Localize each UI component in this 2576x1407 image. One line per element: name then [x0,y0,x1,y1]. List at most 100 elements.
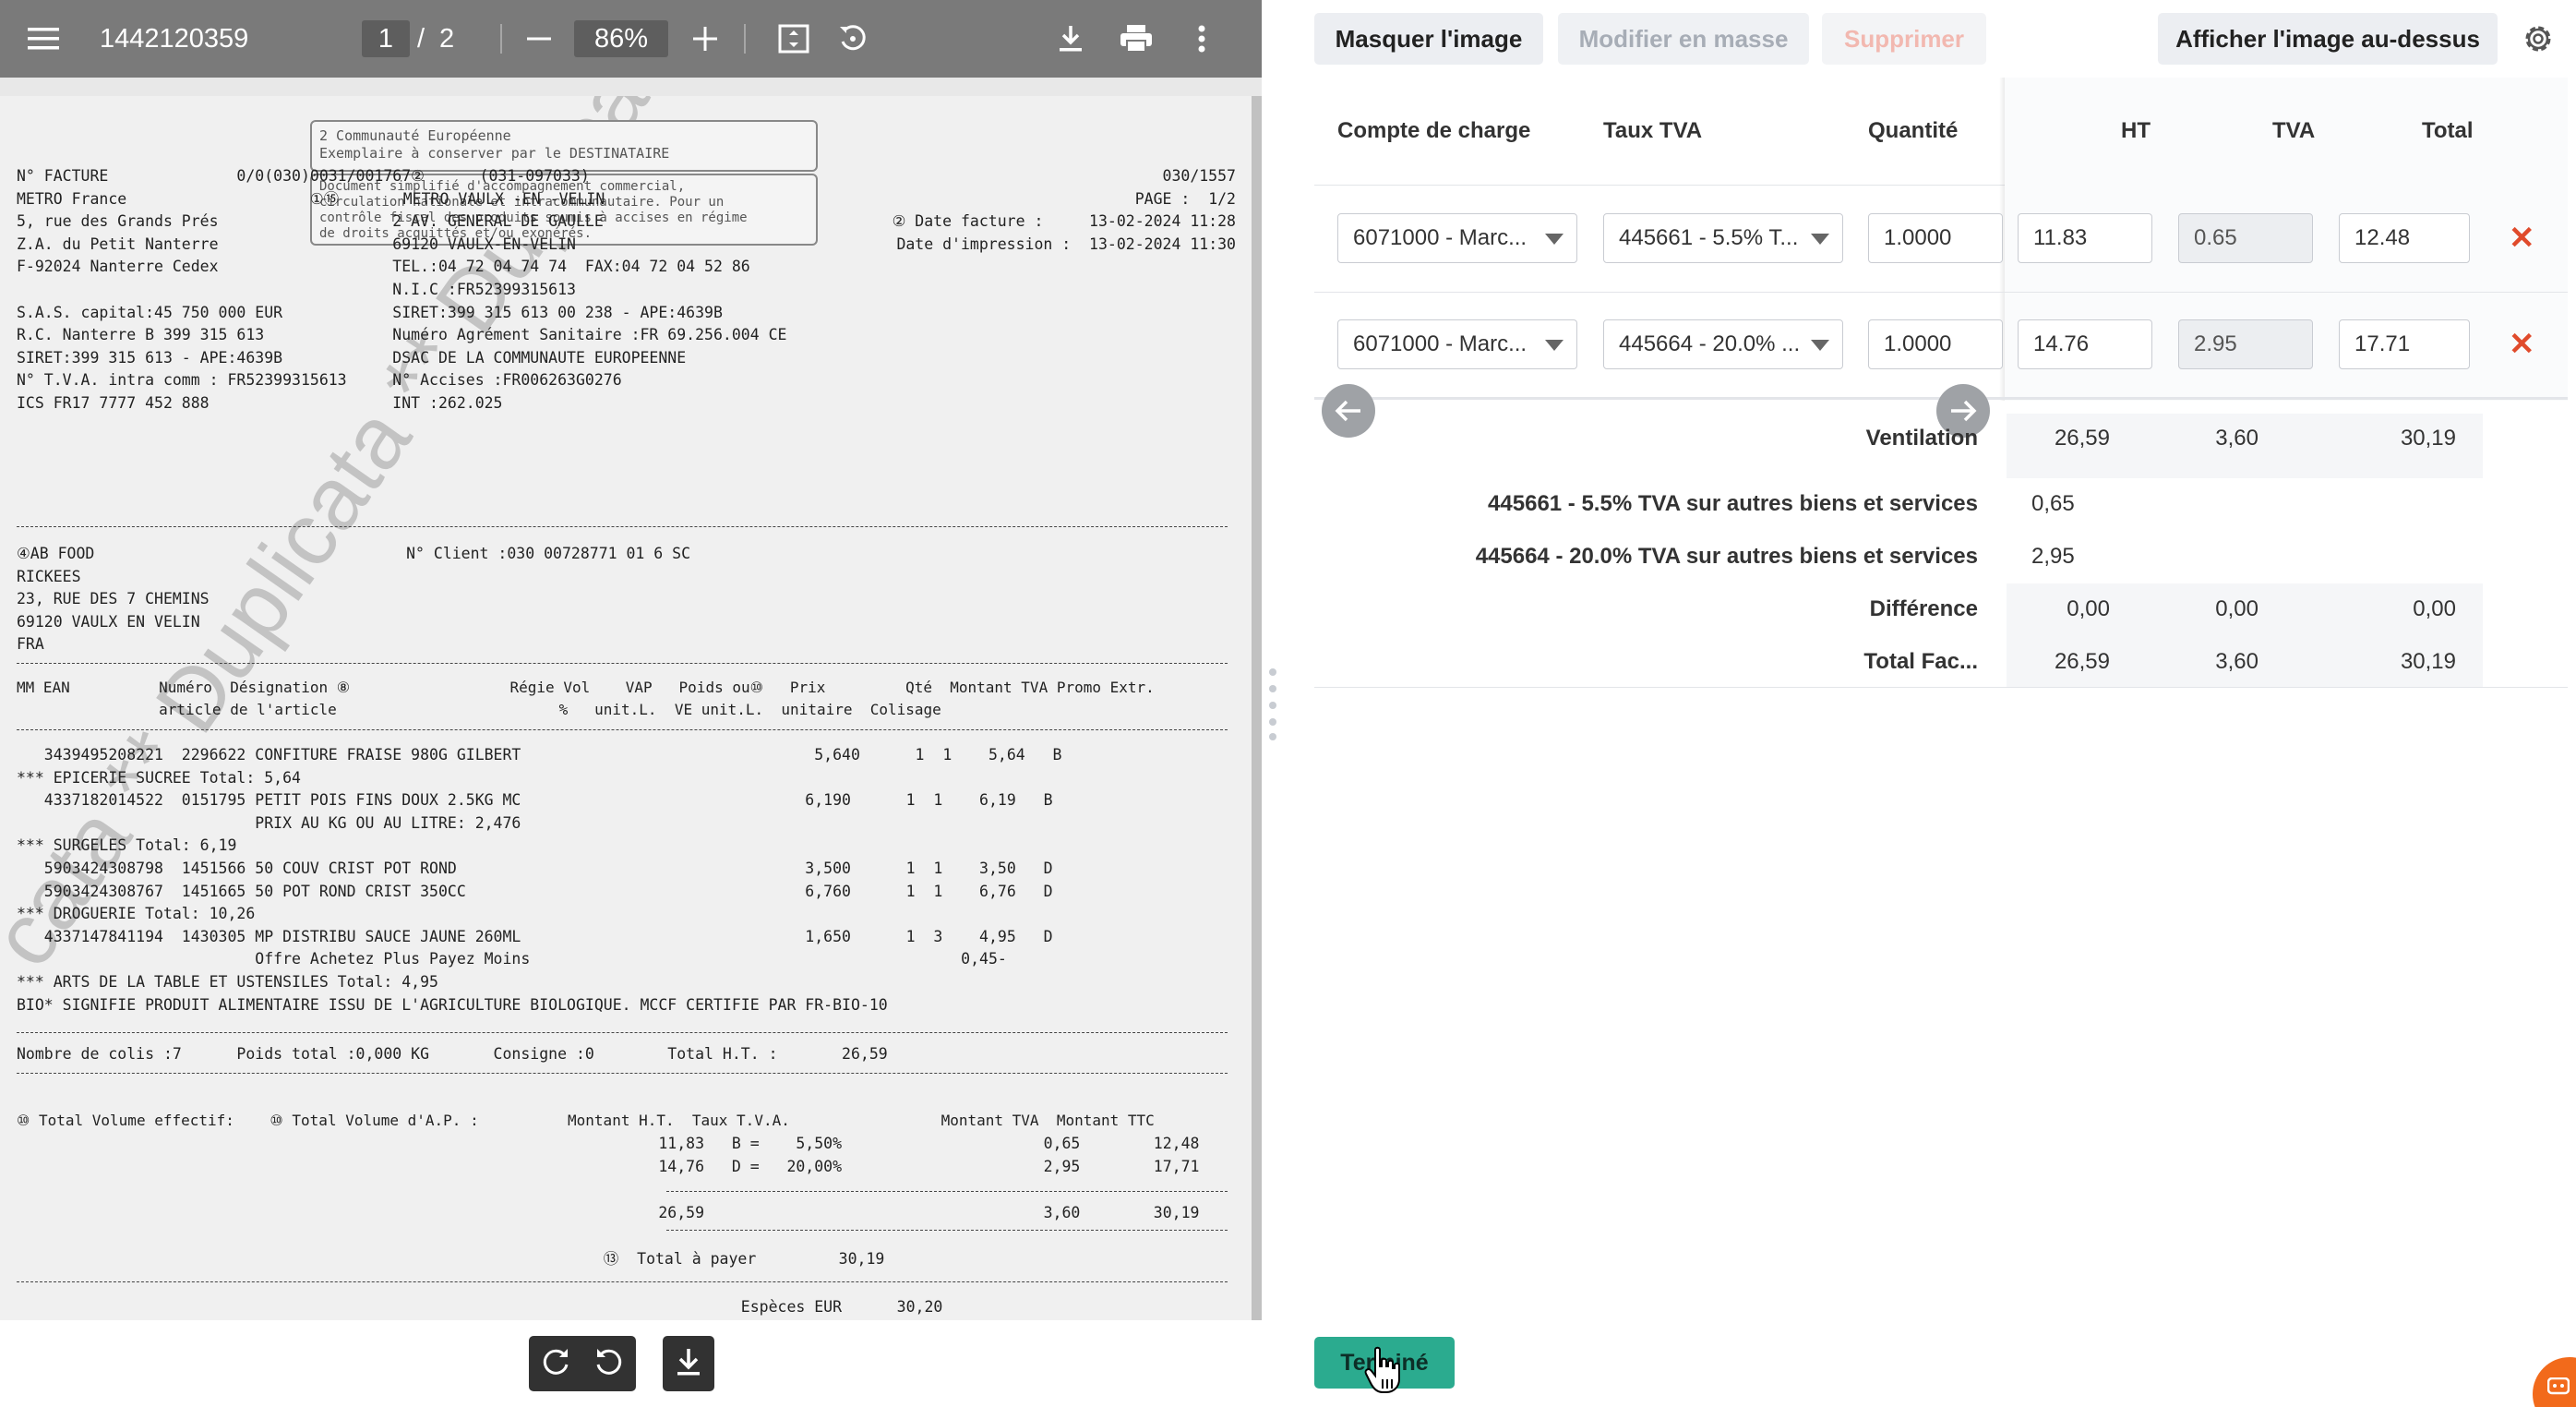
col-header-quantity[interactable]: Quantité [1868,118,1958,144]
toolbar-divider [500,24,502,54]
download-image-icon[interactable] [675,1346,702,1382]
client-line: 23, RUE DES 7 CHEMINS [17,590,210,608]
fit-page-icon[interactable] [775,0,812,78]
rotate-right-icon[interactable] [540,1346,571,1382]
invoice-total-label: Total Fac... [1863,649,1978,674]
column-header: MM EAN Numéro Désignation ⑧ Régie Vol VA… [17,679,1155,696]
menu-icon[interactable] [20,0,66,78]
col-header-account[interactable]: Compte de charge [1337,118,1530,144]
invoice-total-tva: 3,60 [2215,649,2258,674]
header-line: N.I.C :FR52399315613 [17,281,576,298]
client-line: 69120 VAULX EN VELIN [17,612,200,631]
difference-tva: 0,00 [2215,596,2258,621]
pdf-scrollbar[interactable] [1252,96,1262,1320]
difference-ht: 0,00 [2067,596,2110,621]
vat-rate-select[interactable]: 445661 - 5.5% T... [1603,213,1843,263]
client-line: ④AB FOOD N° Client :030 00728771 01 6 SC [17,545,691,562]
header-line: METRO France ①⑮ METRO VAULX -EN -VELIN [17,189,605,208]
ventilation-total: 30,19 [2400,426,2456,451]
divider [666,1230,1228,1231]
item-line: Offre Achetez Plus Payez Moins 0,45- [17,950,1007,968]
hand-cursor-icon [1364,1346,1401,1394]
pdf-toolbar: 1442120359 1 / 2 86% [0,0,1262,78]
divider [17,1032,1228,1033]
delete-row-icon[interactable]: ✕ [2509,220,2535,257]
zoom-in-icon[interactable] [689,0,722,78]
more-vert-icon[interactable] [1191,0,1213,78]
rotate-left-icon[interactable] [593,1346,625,1382]
header-line-right: PAGE : 1/2 [1134,189,1236,208]
col-header-vat-rate[interactable]: Taux TVA [1603,118,1702,144]
vat-line: 14,76 D = 20,00% 2,95 17,71 [17,1158,1200,1175]
item-line: *** EPICERIE SUCREE Total: 5,64 [17,768,301,787]
ventilation-ht: 26,59 [2054,426,2110,451]
hide-image-button[interactable]: Masquer l'image [1314,13,1543,65]
zoom-out-icon[interactable] [522,0,556,78]
delete-row-icon[interactable]: ✕ [2509,326,2535,363]
rotate-icon[interactable] [834,0,871,78]
scroll-left-arrow-icon[interactable] [1322,384,1375,438]
total-input[interactable]: 17.71 [2339,319,2470,369]
client-line: RICKEES [17,567,81,585]
summary-bottom-border [1314,687,2568,688]
notice-line: Exemplaire à conserver par le DESTINATAI… [319,145,670,162]
tva-value: 2.95 [2178,319,2313,369]
vat-rate-value: 445661 - 5.5% T... [1619,225,1799,250]
quantity-input[interactable]: 1.0000 [1868,213,2003,263]
print-icon[interactable] [1117,0,1156,78]
item-line: 5903424308767 1451665 50 POT ROND CRIST … [17,882,1053,900]
col-header-ht[interactable]: HT [2121,118,2151,144]
vat-summary-label: 445664 - 20.0% TVA sur autres biens et s… [1475,544,1978,569]
col-header-tva[interactable]: TVA [2272,118,2315,144]
totals-line: Nombre de colis :7 Poids total :0,000 KG… [17,1045,888,1063]
divider [17,1073,1228,1074]
eu-notice-box: 2 Communauté Européenne Exemplaire à con… [310,120,818,172]
header-line: R.C. Nanterre B 399 315 613 Numéro Agrém… [17,326,787,344]
total-input[interactable]: 12.48 [2339,213,2470,263]
vat-summary-label: 445661 - 5.5% TVA sur autres biens et se… [1488,491,1978,516]
pdf-page: cata ** Duplicata ** Duplicata ** 2 Comm… [0,96,1256,1320]
toolbar-divider [744,24,746,54]
header-line: SIRET:399 315 613 - APE:4639B DSAC DE LA… [17,348,687,367]
header-line: ICS FR17 7777 452 888 INT :262.025 [17,394,503,412]
vat-total: 26,59 3,60 30,19 [17,1204,1200,1221]
chat-bubble-icon[interactable] [2529,1355,2576,1407]
splitter-handle[interactable] [1267,667,1278,740]
divider [17,1281,1228,1282]
settings-gear-icon[interactable] [2522,22,2555,55]
header-line: N° T.V.A. intra comm : FR52399315613 N° … [17,371,622,390]
ht-input[interactable]: 14.76 [2018,319,2152,369]
quantity-input[interactable]: 1.0000 [1868,319,2003,369]
page-total: 2 [439,23,455,54]
bulk-edit-button[interactable]: Modifier en masse [1558,13,1809,65]
header-line-right: 030/1557 [1162,167,1236,185]
item-line: *** ARTS DE LA TABLE ET USTENSILES Total… [17,973,438,991]
item-line: 3439495208221 2296622 CONFITURE FRAISE 9… [17,746,1062,764]
chevron-down-icon [1811,234,1829,245]
header-line: 5, rue des Grands Prés 2 AV. GENERAL DE … [17,212,604,231]
show-image-above-button[interactable]: Afficher l'image au-dessus [2158,13,2498,65]
ht-input[interactable]: 11.83 [2018,213,2152,263]
item-line: 4337182014522 0151795 PETIT POIS FINS DO… [17,791,1053,810]
account-value: 6071000 - Marc... [1353,225,1528,250]
ventilation-tva: 3,60 [2215,426,2258,451]
item-line: 4337147841194 1430305 MP DISTRIBU SAUCE … [17,927,1053,945]
chevron-down-icon [1545,234,1564,245]
item-line: *** DROGUERIE Total: 10,26 [17,905,256,923]
account-select[interactable]: 6071000 - Marc... [1337,319,1577,369]
col-header-total[interactable]: Total [2422,118,2474,144]
divider [17,729,1228,730]
download-icon[interactable] [1052,0,1089,78]
header-line-right: ② Date facture : 13-02-2024 11:28 [892,212,1236,231]
zoom-level[interactable]: 86% [574,20,668,57]
page-number-input[interactable]: 1 [362,20,410,57]
chevron-down-icon [1545,340,1564,351]
invoice-total-total: 30,19 [2400,649,2456,674]
page-separator: / [417,23,425,54]
delete-button[interactable]: Supprimer [1822,13,1986,65]
vat-rate-select[interactable]: 445664 - 20.0% ... [1603,319,1843,369]
vat-line: 11,83 B = 5,50% 0,65 12,48 [17,1135,1200,1152]
item-line: BIO* SIGNIFIE PRODUIT ALIMENTAIRE ISSU D… [17,995,888,1014]
account-select[interactable]: 6071000 - Marc... [1337,213,1577,263]
total-to-pay: ⑬ Total à payer 30,19 [17,1250,885,1268]
